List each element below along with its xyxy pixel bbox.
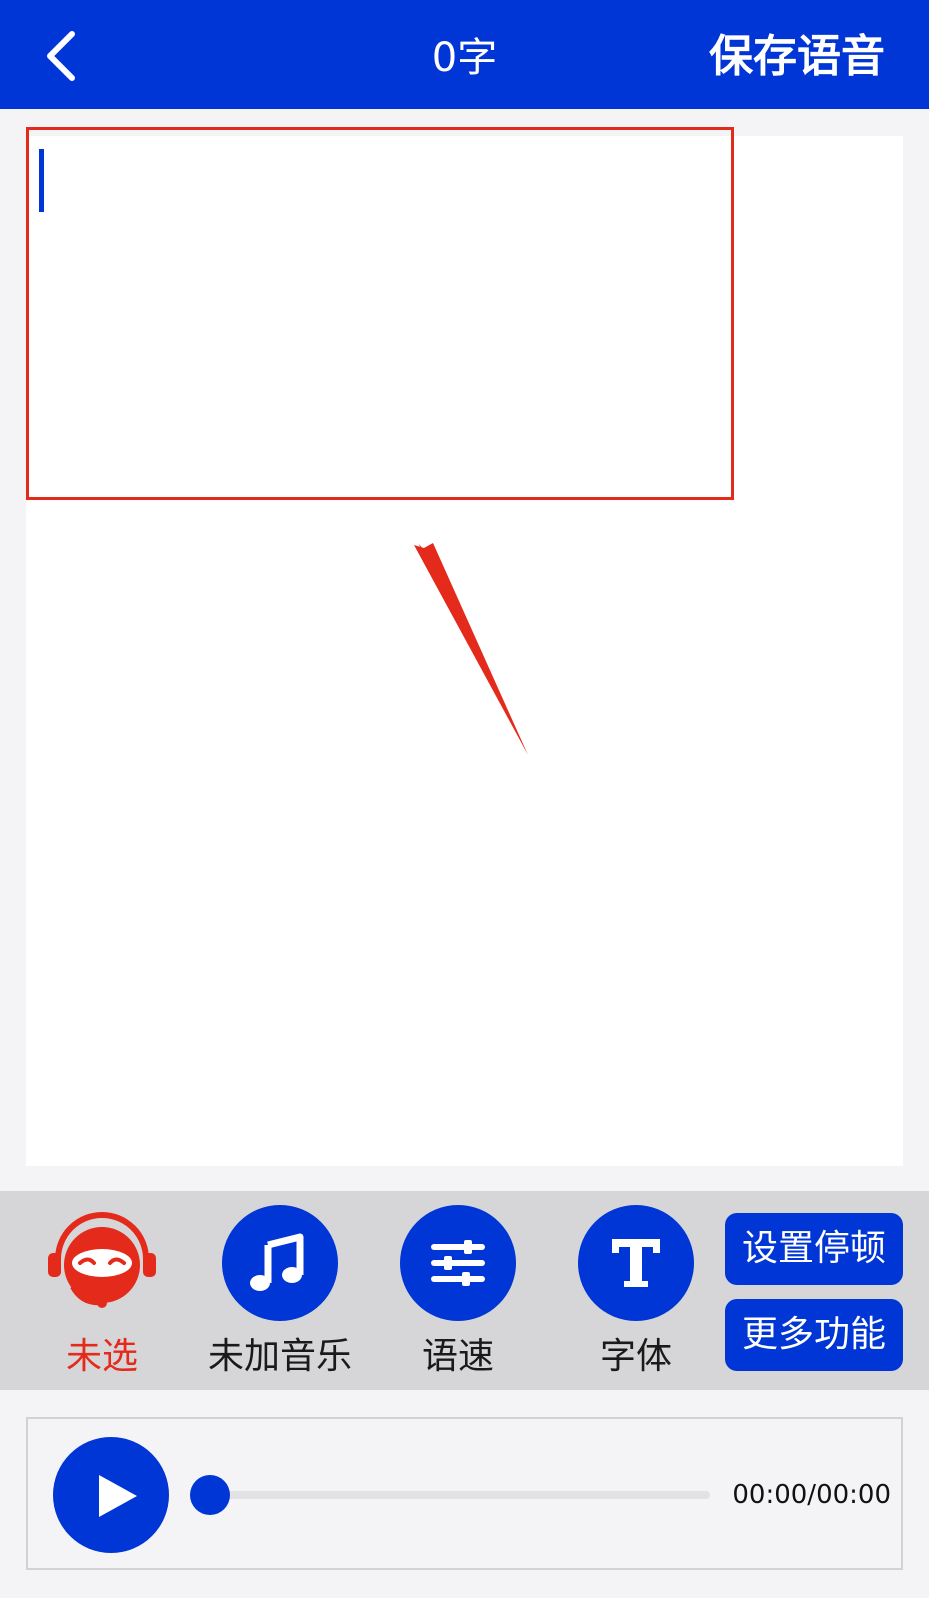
toolbar: 未选 未加音乐 语速 字体 设置停顿 更多功能	[0, 1191, 929, 1390]
audio-player: 00:00/00:00	[26, 1417, 903, 1570]
font-t-icon	[612, 1239, 660, 1287]
voice-select-label: 未选	[65, 1336, 138, 1377]
speed-tool[interactable]: 语速	[369, 1205, 547, 1381]
save-voice-button[interactable]: 保存语音	[709, 28, 885, 86]
music-label: 未加音乐	[207, 1336, 352, 1377]
play-button[interactable]	[53, 1437, 169, 1553]
speed-label: 语速	[421, 1336, 494, 1377]
sliders-icon	[431, 1240, 485, 1286]
more-functions-button[interactable]: 更多功能	[725, 1299, 903, 1371]
font-label: 字体	[599, 1336, 672, 1377]
music-note-icon	[250, 1233, 304, 1291]
annotation-highlight-box	[26, 127, 734, 500]
voice-avatar-icon	[44, 1205, 160, 1321]
set-pause-button[interactable]: 设置停顿	[725, 1213, 903, 1285]
music-tool[interactable]: 未加音乐	[191, 1205, 369, 1381]
font-tool[interactable]: 字体	[547, 1205, 725, 1381]
progress-track[interactable]	[214, 1491, 710, 1499]
play-icon	[99, 1475, 137, 1517]
voice-select-tool[interactable]: 未选	[13, 1205, 191, 1381]
playback-time: 00:00/00:00	[732, 1480, 891, 1510]
top-bar: 0字 保存语音	[0, 0, 929, 109]
progress-thumb[interactable]	[190, 1475, 230, 1515]
